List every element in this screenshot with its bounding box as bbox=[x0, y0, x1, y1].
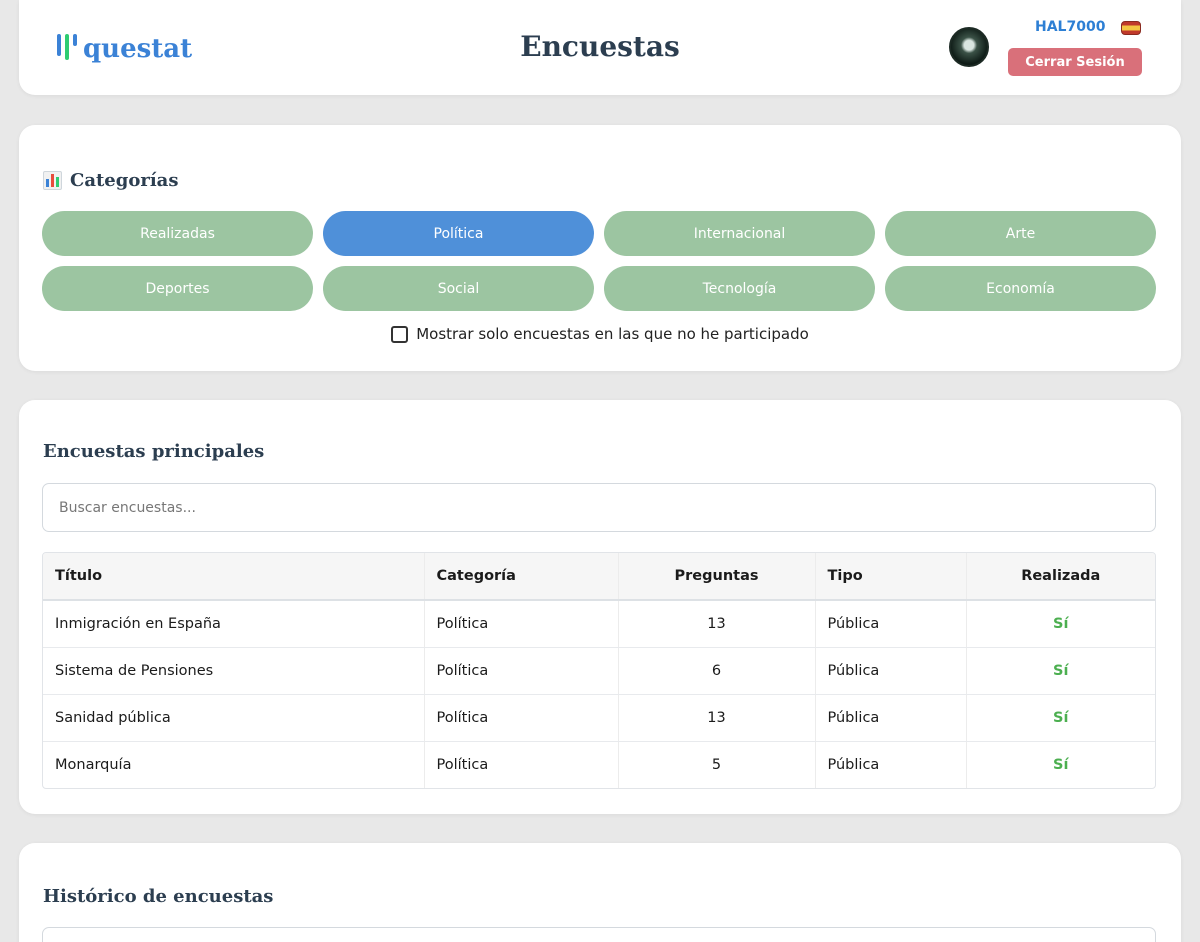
category-button-realizadas[interactable]: Realizadas bbox=[42, 211, 313, 256]
category-button-social[interactable]: Social bbox=[323, 266, 594, 311]
unanswered-filter-checkbox[interactable] bbox=[391, 325, 409, 343]
bar-chart-icon bbox=[43, 171, 62, 190]
spain-flag-icon[interactable] bbox=[1121, 21, 1141, 35]
column-header-done[interactable]: Realizada bbox=[966, 553, 1155, 601]
column-header-type[interactable]: Tipo bbox=[815, 553, 967, 601]
surveys-table: Título Categoría Preguntas Tipo Realizad… bbox=[42, 552, 1156, 789]
cell-questions: 13 bbox=[618, 694, 816, 742]
main-surveys-panel: Encuestas principales Título Categoría P… bbox=[19, 400, 1181, 814]
categories-heading: Categorías bbox=[43, 170, 178, 191]
cell-category: Política bbox=[424, 600, 619, 648]
category-button-politica[interactable]: Política bbox=[323, 211, 594, 256]
category-button-economia[interactable]: Economía bbox=[885, 266, 1156, 311]
main-surveys-heading: Encuestas principales bbox=[43, 441, 265, 462]
cell-category: Política bbox=[424, 647, 619, 695]
cell-title[interactable]: Inmigración en España bbox=[43, 600, 425, 648]
logout-button[interactable]: Cerrar Sesión bbox=[1008, 48, 1142, 76]
survey-search-input[interactable] bbox=[42, 483, 1156, 532]
history-panel: Histórico de encuestas bbox=[19, 843, 1181, 942]
cell-done: Sí bbox=[966, 647, 1155, 695]
header-bar: questat Encuestas HAL7000 Cerrar Sesión bbox=[19, 0, 1181, 95]
cell-questions: 13 bbox=[618, 600, 816, 648]
category-button-arte[interactable]: Arte bbox=[885, 211, 1156, 256]
category-button-internacional[interactable]: Internacional bbox=[604, 211, 875, 256]
table-header-row: Título Categoría Preguntas Tipo Realizad… bbox=[43, 553, 1155, 601]
user-avatar[interactable] bbox=[949, 27, 989, 67]
category-button-tecnologia[interactable]: Tecnología bbox=[604, 266, 875, 311]
categories-panel: Categorías Realizadas Política Internaci… bbox=[19, 125, 1181, 371]
table-row[interactable]: Inmigración en España Política 13 Públic… bbox=[43, 600, 1155, 648]
cell-done: Sí bbox=[1053, 756, 1069, 773]
cell-title[interactable]: Sanidad pública bbox=[43, 694, 425, 742]
column-header-title[interactable]: Título bbox=[43, 553, 425, 601]
category-button-deportes[interactable]: Deportes bbox=[42, 266, 313, 311]
cell-type: Pública bbox=[815, 694, 967, 742]
unanswered-filter[interactable]: Mostrar solo encuestas en las que no he … bbox=[19, 325, 1181, 343]
history-search-box[interactable] bbox=[42, 927, 1156, 942]
column-header-category[interactable]: Categoría bbox=[424, 553, 619, 601]
cell-category: Política bbox=[424, 741, 619, 788]
column-header-questions[interactable]: Preguntas bbox=[618, 553, 816, 601]
page-title: Encuestas bbox=[520, 30, 680, 63]
cell-done: Sí bbox=[966, 600, 1155, 648]
username-link[interactable]: HAL7000 bbox=[1035, 19, 1105, 35]
cell-type: Pública bbox=[815, 600, 967, 648]
table-row[interactable]: Monarquía Política 5 Pública Sí bbox=[43, 741, 1155, 788]
cell-questions: 6 bbox=[618, 647, 816, 695]
categories-heading-text: Categorías bbox=[70, 170, 179, 191]
table-row[interactable]: Sistema de Pensiones Política 6 Pública … bbox=[43, 647, 1155, 695]
cell-title[interactable]: Monarquía bbox=[43, 741, 425, 788]
cell-type: Pública bbox=[815, 647, 967, 695]
cell-done: Sí bbox=[966, 694, 1155, 742]
cell-title[interactable]: Sistema de Pensiones bbox=[43, 647, 425, 695]
category-buttons: Realizadas Política Internacional Arte D… bbox=[42, 211, 1156, 311]
unanswered-filter-label[interactable]: Mostrar solo encuestas en las que no he … bbox=[416, 325, 809, 343]
cell-category: Política bbox=[424, 694, 619, 742]
history-heading: Histórico de encuestas bbox=[43, 886, 274, 907]
table-row[interactable]: Sanidad pública Política 13 Pública Sí bbox=[43, 694, 1155, 742]
cell-questions: 5 bbox=[618, 741, 816, 788]
cell-type: Pública bbox=[815, 741, 967, 788]
